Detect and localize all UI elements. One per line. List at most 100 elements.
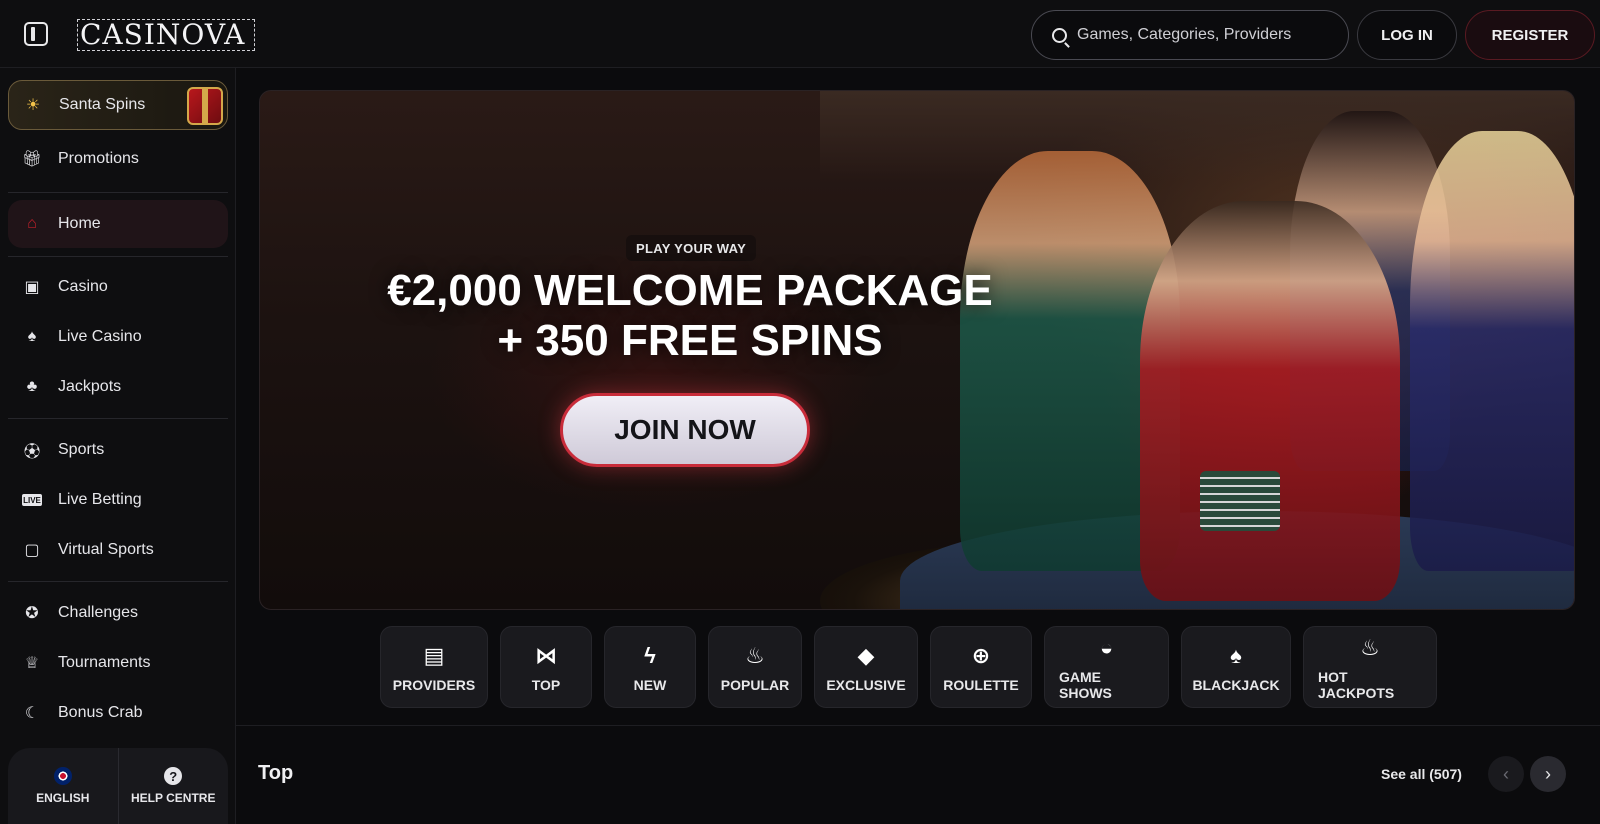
banner-figure-art	[1410, 131, 1574, 571]
sidebar-item-sports[interactable]: ⚽︎ Sports	[8, 427, 228, 473]
main-content: PLAY YOUR WAY €2,000 WELCOME PACKAGE + 3…	[236, 68, 1600, 824]
gift-icon: 🎁︎	[21, 151, 43, 168]
chevron-left-icon: ‹	[1503, 763, 1509, 784]
carousel-next-button[interactable]: ›	[1530, 756, 1566, 792]
lightning-icon: ϟ	[644, 643, 656, 668]
sidebar-item-bonus-crab[interactable]: ☾ Bonus Crab	[8, 690, 228, 736]
help-centre-button[interactable]: ? HELP CENTRE	[117, 748, 229, 824]
book-icon: ▤	[423, 643, 445, 668]
sidebar-item-home[interactable]: ⌂ Home	[8, 200, 228, 248]
sidebar-item-label: Challenges	[58, 604, 139, 621]
live-icon: LIVE	[22, 494, 42, 506]
language-selector[interactable]: ENGLISH	[8, 748, 118, 824]
help-icon: ?	[164, 767, 183, 785]
trophy-icon: ♕	[24, 655, 40, 672]
sun-icon: ☀	[25, 97, 41, 114]
category-top[interactable]: ⋈ TOP	[500, 626, 592, 708]
sidebar-item-tournaments[interactable]: ♕ Tournaments	[8, 640, 228, 686]
sidebar-toggle-icon[interactable]	[24, 22, 48, 46]
category-exclusive[interactable]: ◆ EXCLUSIVE	[814, 626, 918, 708]
home-icon: ⌂	[27, 215, 37, 232]
sidebar-item-label: Sports	[58, 441, 105, 458]
category-label: PROVIDERS	[392, 677, 476, 693]
carousel-prev-button[interactable]: ‹	[1488, 756, 1524, 792]
flame-icon: ♨	[745, 643, 765, 668]
banner-title-line-2: + 350 FREE SPINS	[497, 316, 883, 365]
category-label: POPULAR	[720, 677, 790, 693]
category-label: HOT JACKPOTS	[1318, 669, 1395, 701]
diamond-icon: ◆	[857, 643, 875, 668]
register-button[interactable]: REGISTER	[1465, 10, 1595, 60]
sidebar-divider	[8, 256, 228, 257]
category-game-shows[interactable]: ◒ GAME SHOWS	[1044, 626, 1169, 708]
sidebar-item-label: Live Casino	[58, 328, 142, 345]
cards-icon: ♠	[27, 328, 37, 345]
category-label: GAME SHOWS	[1059, 669, 1112, 701]
sidebar-item-label: Virtual Sports	[58, 541, 154, 558]
sidebar-item-label: Casino	[58, 278, 108, 295]
category-new[interactable]: ϟ NEW	[604, 626, 696, 708]
language-label: ENGLISH	[36, 791, 90, 805]
casino-chips-art	[1200, 471, 1280, 531]
search-input[interactable]	[1077, 26, 1327, 44]
roulette-icon: ⊕	[971, 643, 991, 668]
chevron-right-icon: ›	[1545, 763, 1551, 784]
mask-icon: ◒	[1099, 635, 1114, 660]
top-header: CASINOVA LOG IN REGISTER	[0, 0, 1600, 68]
section-title-top: Top	[258, 762, 294, 784]
gift-box-icon	[187, 87, 223, 125]
virtual-icon: ▢	[24, 542, 40, 559]
hot-pepper-icon: ♨	[1360, 635, 1380, 660]
slot-machine-icon: ▣	[24, 279, 40, 296]
soccer-ball-icon: ⚽︎	[23, 444, 40, 461]
uk-flag-icon	[53, 767, 72, 785]
sidebar-item-challenges[interactable]: ✪ Challenges	[8, 590, 228, 636]
category-hot-jackpots[interactable]: ♨ HOT JACKPOTS	[1303, 626, 1437, 708]
sidebar-item-casino[interactable]: ▣ Casino	[8, 264, 228, 310]
sidebar-item-promotions[interactable]: 🎁︎ Promotions	[8, 136, 228, 182]
banner-figure-art	[1140, 201, 1400, 601]
sidebar-item-label: Tournaments	[58, 654, 151, 671]
sidebar-item-label: Bonus Crab	[58, 704, 143, 721]
banner-title: €2,000 WELCOME PACKAGE + 350 FREE SPINS	[340, 266, 1040, 366]
clover-icon: ♣	[26, 378, 38, 395]
login-button[interactable]: LOG IN	[1357, 10, 1457, 60]
bowtie-icon: ⋈	[535, 643, 557, 668]
category-label: TOP	[531, 677, 561, 693]
playing-cards-icon: ♠	[1230, 643, 1242, 668]
category-blackjack[interactable]: ♠ BLACKJACK	[1181, 626, 1291, 708]
join-now-button[interactable]: JOIN NOW	[560, 393, 810, 467]
search-box[interactable]	[1031, 10, 1349, 60]
search-icon	[1052, 27, 1067, 43]
category-popular[interactable]: ♨ POPULAR	[708, 626, 802, 708]
category-label: ROULETTE	[943, 677, 1019, 693]
banner-tag: PLAY YOUR WAY	[626, 235, 757, 261]
sidebar-divider	[8, 418, 228, 419]
sidebar-item-label: Promotions	[58, 150, 139, 167]
sidebar-item-label: Home	[58, 215, 101, 232]
medal-icon: ✪	[25, 605, 39, 622]
sidebar-item-label: Jackpots	[58, 378, 122, 395]
category-label: EXCLUSIVE	[826, 677, 906, 693]
promo-banner[interactable]: PLAY YOUR WAY €2,000 WELCOME PACKAGE + 3…	[259, 90, 1575, 610]
sidebar-divider	[8, 581, 228, 582]
sidebar-footer: ENGLISH ? HELP CENTRE	[8, 748, 228, 824]
category-roulette[interactable]: ⊕ ROULETTE	[930, 626, 1032, 708]
category-label: BLACKJACK	[1192, 677, 1280, 693]
casinova-logo[interactable]: CASINOVA	[77, 19, 255, 51]
category-label: NEW	[633, 677, 667, 693]
help-label: HELP CENTRE	[131, 791, 216, 805]
section-divider	[236, 725, 1600, 726]
sidebar: ☀ Santa Spins 🎁︎ Promotions ⌂ Home ▣ Cas…	[0, 68, 236, 824]
sidebar-item-live-betting[interactable]: LIVE Live Betting	[8, 477, 228, 523]
sidebar-item-santa-spins[interactable]: ☀ Santa Spins	[8, 80, 228, 130]
sidebar-item-jackpots[interactable]: ♣ Jackpots	[8, 364, 228, 410]
sidebar-item-label: Live Betting	[58, 491, 142, 508]
sidebar-item-label: Santa Spins	[59, 96, 146, 113]
category-providers[interactable]: ▤ PROVIDERS	[380, 626, 488, 708]
sidebar-item-virtual-sports[interactable]: ▢ Virtual Sports	[8, 527, 228, 573]
sidebar-divider	[8, 192, 228, 193]
sidebar-item-live-casino[interactable]: ♠ Live Casino	[8, 314, 228, 360]
category-bar: ▤ PROVIDERS ⋈ TOP ϟ NEW ♨ POPULAR ◆ EXCL…	[380, 626, 1437, 708]
see-all-link[interactable]: See all (507)	[1381, 766, 1462, 782]
